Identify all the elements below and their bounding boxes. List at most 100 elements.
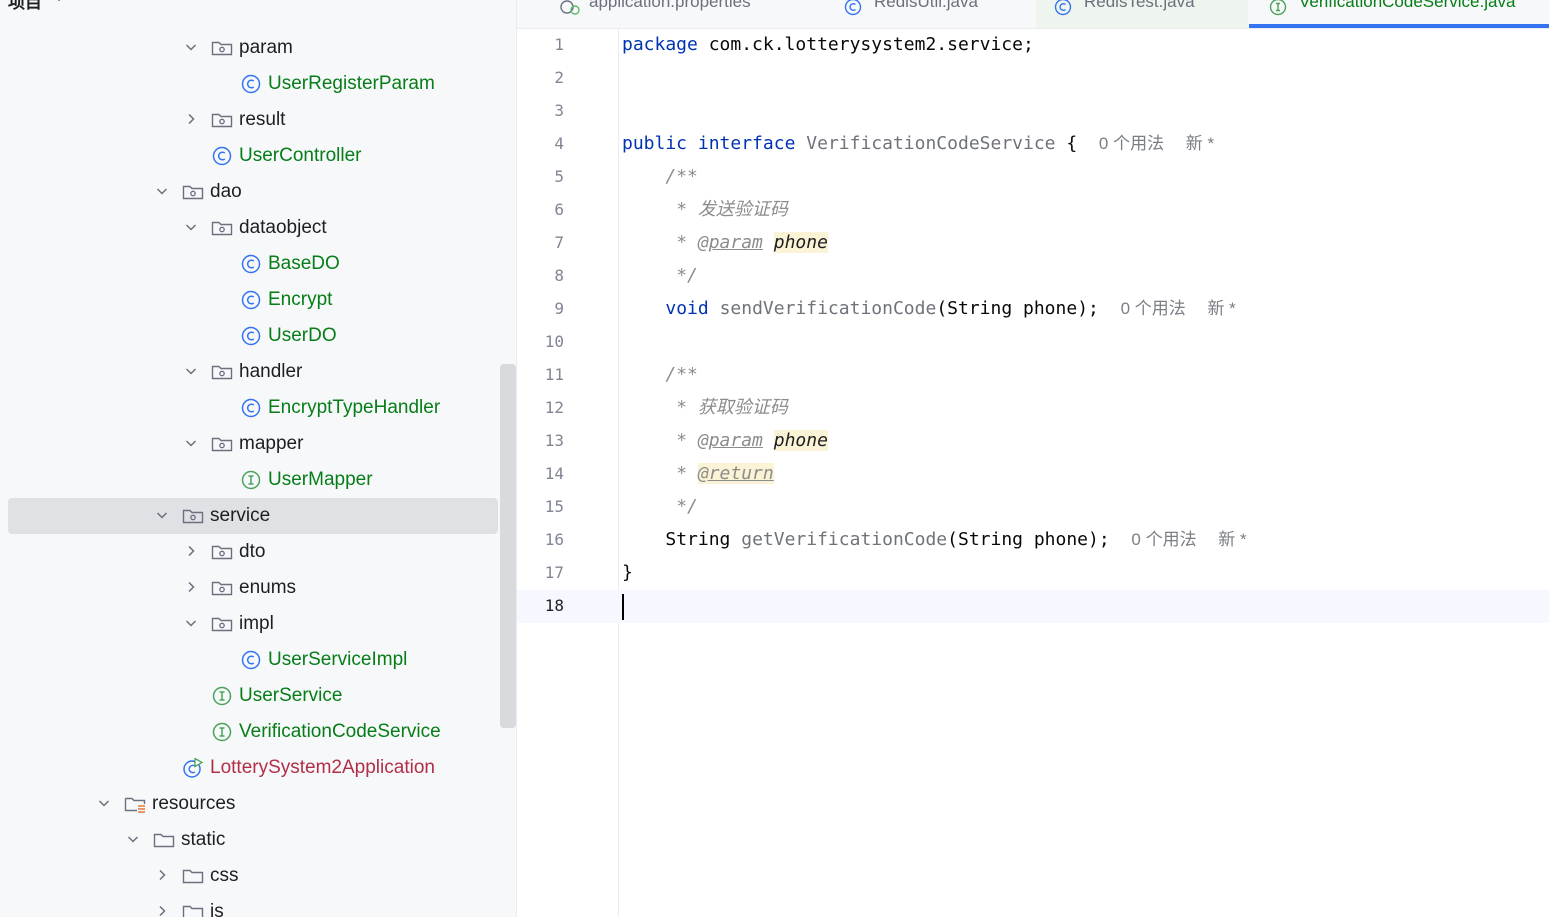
resources-folder-icon (124, 794, 146, 814)
line-number: 8 (554, 266, 564, 285)
chevron-down-icon[interactable] (184, 436, 198, 450)
chevron-down-icon[interactable] (184, 616, 198, 630)
tree-item-label: UserServiceImpl (268, 649, 408, 670)
code-line[interactable]: 11 /** (517, 359, 1549, 392)
current-code-line[interactable]: 18 (517, 590, 1549, 623)
project-panel-title[interactable]: 项目 (8, 0, 42, 13)
code-line[interactable]: 9 void sendVerificationCode(String phone… (517, 293, 1549, 326)
tree-item-userdo[interactable]: UserDO (0, 318, 500, 354)
tree-item-enums[interactable]: enums (0, 570, 500, 606)
param-name: phone (773, 430, 828, 451)
tree-item-service[interactable]: service (0, 498, 500, 534)
tree-item-impl[interactable]: impl (0, 606, 500, 642)
tab-label: RedisUtil.java (874, 0, 978, 11)
text-caret (622, 594, 624, 620)
package-folder-icon (211, 614, 233, 634)
doc-star: * (676, 232, 688, 253)
tree-scrollbar[interactable] (500, 364, 516, 728)
tree-item-handler[interactable]: handler (0, 354, 500, 390)
doc-comment-text: 获取验证码 (697, 397, 788, 418)
tree-item-label: handler (239, 361, 303, 382)
code-line[interactable]: 5 /** (517, 161, 1549, 194)
tree-item-static[interactable]: static (0, 822, 500, 858)
author-hint[interactable]: 新 * (1186, 134, 1214, 153)
tree-item-mapper[interactable]: mapper (0, 426, 500, 462)
tree-item-result[interactable]: result (0, 102, 500, 138)
interface-icon (211, 686, 233, 706)
tree-item-dataobject[interactable]: dataobject (0, 210, 500, 246)
method-name: getVerificationCode (741, 529, 948, 550)
code-line[interactable]: 15 */ (517, 491, 1549, 524)
code-line[interactable]: 3 (517, 95, 1549, 128)
editor-tab-bar: application.properties RedisUtil.java Re… (517, 0, 1549, 29)
chevron-down-icon[interactable] (126, 832, 140, 846)
tree-item-label: service (210, 505, 271, 526)
class-icon (844, 0, 862, 16)
author-hint[interactable]: 新 * (1218, 530, 1246, 549)
tree-item-css[interactable]: css (0, 858, 500, 894)
tree-item-userserviceimpl[interactable]: UserServiceImpl (0, 642, 500, 678)
code-line[interactable]: 8 */ (517, 260, 1549, 293)
code-line[interactable]: 14 * @return (517, 458, 1549, 491)
tree-item-usermapper[interactable]: UserMapper (0, 462, 500, 498)
tab-verificationcodeservice[interactable]: VerificationCodeService.java (1249, 0, 1549, 28)
tree-item-label: BaseDO (268, 253, 340, 274)
code-line[interactable]: 16 String getVerificationCode(String pho… (517, 524, 1549, 557)
line-number: 17 (544, 563, 564, 582)
tree-item-dao[interactable]: dao (0, 174, 500, 210)
code-line[interactable]: 2 (517, 62, 1549, 95)
tree-item-usercontroller[interactable]: UserController (0, 138, 500, 174)
package-folder-icon (211, 110, 233, 130)
chevron-down-icon[interactable] (97, 796, 111, 810)
chevron-right-icon[interactable] (184, 580, 198, 594)
code-line[interactable]: 12 * 获取验证码 (517, 392, 1549, 425)
author-hint[interactable]: 新 * (1207, 299, 1235, 318)
tab-label: VerificationCodeService.java (1299, 0, 1516, 11)
chevron-down-icon[interactable]: ⌄ (54, 0, 64, 4)
tree-item-basedo[interactable]: BaseDO (0, 246, 500, 282)
tree-item-verificationcodeservice[interactable]: VerificationCodeService (0, 714, 500, 750)
return-tag: @return (697, 463, 774, 484)
code-line[interactable]: 17 } (517, 557, 1549, 590)
code-line[interactable]: 10 (517, 326, 1549, 359)
tree-item-encrypt[interactable]: Encrypt (0, 282, 500, 318)
tree-item-userservice[interactable]: UserService (0, 678, 500, 714)
package-folder-icon (211, 434, 233, 454)
tree-item-label: impl (239, 613, 274, 634)
chevron-right-icon[interactable] (155, 868, 169, 882)
project-panel-header[interactable]: 项目 ⌄ (0, 0, 516, 12)
tree-item-encrypttypehandler[interactable]: EncryptTypeHandler (0, 390, 500, 426)
code-editor[interactable]: 1 package com.ck.lotterysystem2.service;… (517, 29, 1549, 917)
tree-item-label: result (239, 109, 286, 130)
chevron-down-icon[interactable] (184, 364, 198, 378)
code-line[interactable]: 4 public interface VerificationCodeServi… (517, 128, 1549, 161)
chevron-down-icon[interactable] (184, 40, 198, 54)
tab-application-properties[interactable]: application.properties (557, 0, 797, 28)
chevron-right-icon[interactable] (155, 904, 169, 917)
code-line[interactable]: 1 package com.ck.lotterysystem2.service; (517, 29, 1549, 62)
package-folder-icon (211, 542, 233, 562)
chevron-right-icon[interactable] (184, 112, 198, 126)
chevron-down-icon[interactable] (155, 508, 169, 522)
code-line[interactable]: 6 * 发送验证码 (517, 194, 1549, 227)
code-line[interactable]: 13 * @param phone (517, 425, 1549, 458)
tree-item-dto[interactable]: dto (0, 534, 500, 570)
tree-item-userregisterparam[interactable]: UserRegisterParam (0, 66, 500, 102)
doc-comment-open: /** (665, 166, 698, 187)
code-line[interactable]: 7 * @param phone (517, 227, 1549, 260)
usage-hint[interactable]: 0 个用法 (1099, 134, 1164, 153)
tree-item-lotterysystem2application[interactable]: LotterySystem2Application (0, 750, 500, 786)
tab-redisutil[interactable]: RedisUtil.java (842, 0, 1032, 28)
line-number: 13 (544, 431, 564, 450)
chevron-right-icon[interactable] (184, 544, 198, 558)
tree-item-resources[interactable]: resources (0, 786, 500, 822)
tree-item-param[interactable]: param (0, 30, 500, 66)
usage-hint[interactable]: 0 个用法 (1131, 530, 1196, 549)
tab-redistest[interactable]: RedisTest.java (1036, 0, 1248, 28)
tree-item-label: EncryptTypeHandler (268, 397, 441, 418)
tree-item-label: UserMapper (268, 469, 373, 490)
chevron-down-icon[interactable] (155, 184, 169, 198)
tree-item-js[interactable]: js (0, 894, 500, 917)
usage-hint[interactable]: 0 个用法 (1121, 299, 1186, 318)
chevron-down-icon[interactable] (184, 220, 198, 234)
